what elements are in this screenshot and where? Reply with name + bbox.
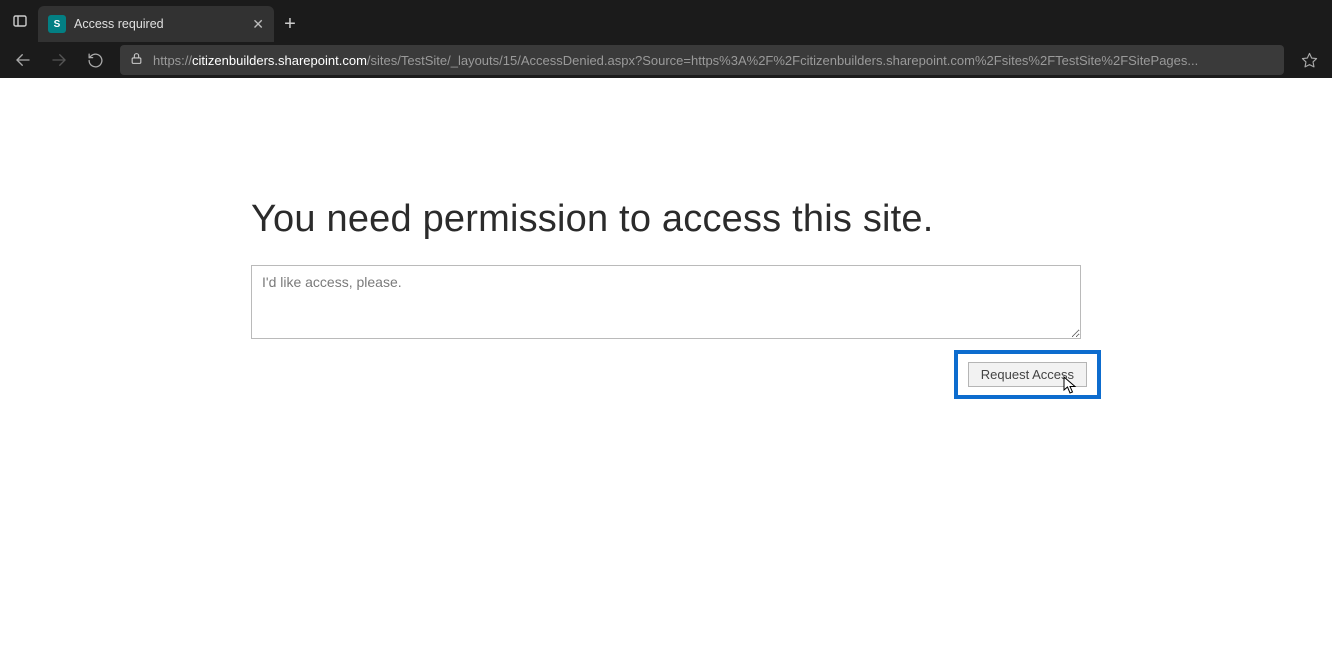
url-host: citizenbuilders.sharepoint.com xyxy=(192,53,367,68)
browser-tab[interactable]: S Access required ✕ xyxy=(38,6,274,42)
url-path: /sites/TestSite/_layouts/15/AccessDenied… xyxy=(367,53,1198,68)
close-tab-icon[interactable]: ✕ xyxy=(252,17,264,31)
request-access-button[interactable]: Request Access xyxy=(968,362,1087,387)
refresh-button[interactable] xyxy=(78,45,112,75)
back-button[interactable] xyxy=(6,45,40,75)
favorites-button[interactable] xyxy=(1292,45,1326,75)
access-request-message-input[interactable] xyxy=(251,265,1081,339)
page-heading: You need permission to access this site. xyxy=(251,198,1081,241)
tab-actions-button[interactable] xyxy=(4,0,36,42)
forward-button[interactable] xyxy=(42,45,76,75)
new-tab-button[interactable]: + xyxy=(274,6,306,42)
favicon-letter: S xyxy=(54,19,61,30)
lock-icon xyxy=(130,52,143,68)
tab-title: Access required xyxy=(74,17,244,31)
address-bar[interactable]: https://citizenbuilders.sharepoint.com/s… xyxy=(120,45,1284,75)
annotation-highlight: Request Access xyxy=(954,350,1101,399)
url-text: https://citizenbuilders.sharepoint.com/s… xyxy=(153,53,1198,68)
url-prefix: https:// xyxy=(153,53,192,68)
sharepoint-favicon: S xyxy=(48,15,66,33)
